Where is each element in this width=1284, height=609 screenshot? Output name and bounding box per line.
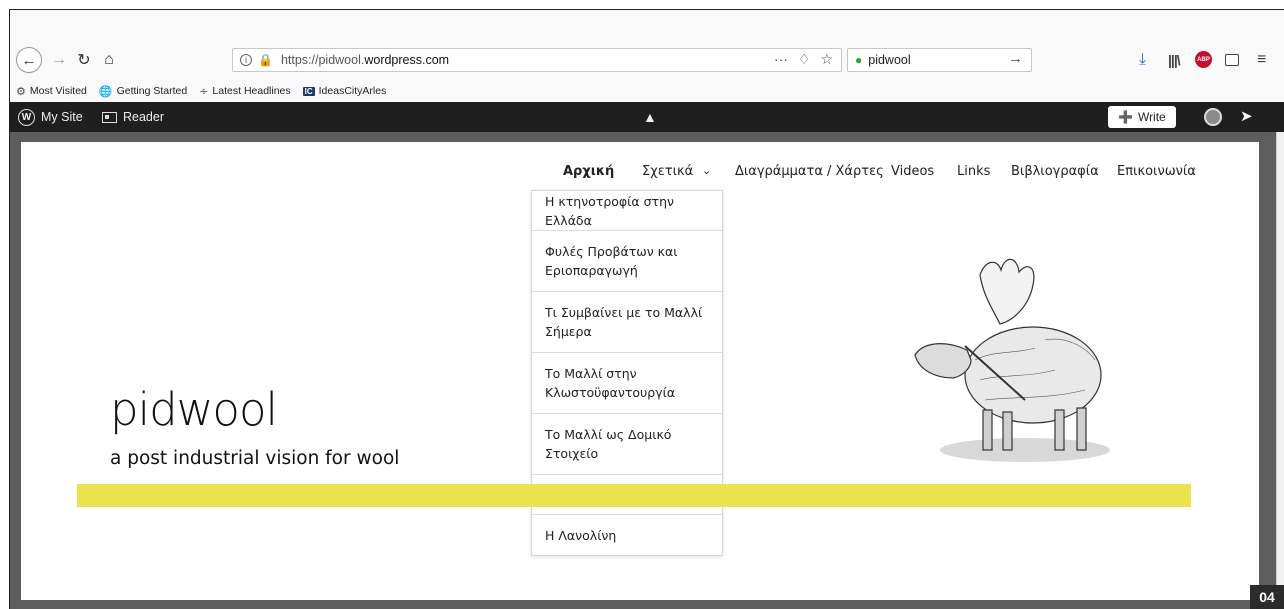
- menu-item-bibliography[interactable]: Βιβλιογραφία: [1011, 164, 1099, 179]
- new-post-icon: ➕: [1118, 110, 1133, 124]
- back-button[interactable]: ←: [16, 47, 42, 73]
- menu-item-diagrams[interactable]: Διαγράμματα / Χάρτες: [735, 164, 884, 179]
- wordpress-logo-icon: W: [18, 108, 35, 126]
- notifications-icon[interactable]: ➤: [1240, 107, 1253, 125]
- bookmark-star-icon[interactable]: ☆: [820, 51, 833, 68]
- search-engine-icon: ●: [855, 53, 863, 67]
- menu-item-contact[interactable]: Επικοινωνία: [1117, 164, 1196, 179]
- rss-icon: ∻: [199, 85, 209, 98]
- search-go-icon[interactable]: →: [1008, 50, 1023, 67]
- site-tagline: a post industrial vision for wool: [110, 448, 400, 469]
- page-number-badge: 04: [1250, 585, 1284, 609]
- chevron-down-icon[interactable]: ⌄: [702, 164, 711, 177]
- hamburger-menu-icon[interactable]: ≡: [1257, 50, 1266, 70]
- globe-icon: 🌐: [98, 85, 113, 98]
- bookmark-ideascityarles[interactable]: IC IdeasCityArles: [302, 85, 386, 97]
- submenu-item[interactable]: Το Μαλλί στην Κλωστοϋφαντουργία: [532, 353, 722, 414]
- ic-icon: IC: [302, 86, 315, 96]
- bookmark-latest-headlines[interactable]: ∻ Latest Headlines: [199, 85, 290, 98]
- scrollbar[interactable]: [1276, 132, 1284, 609]
- menu-item-about[interactable]: Σχετικά: [642, 164, 693, 179]
- reader-icon: [102, 111, 117, 123]
- search-input[interactable]: pidwool: [868, 53, 910, 67]
- site-menu: Αρχική Σχετικά ⌄ Διαγράμματα / Χάρτες Vi…: [0, 164, 1275, 188]
- submenu-item[interactable]: Φυλές Προβάτων και Εριοπαραγωγή: [532, 231, 722, 292]
- winged-sheep-illustration: [914, 258, 1110, 462]
- lock-icon: 🔒: [258, 53, 273, 67]
- collapse-toolbar-icon[interactable]: ▲: [643, 102, 657, 132]
- wp-admin-bar: W My Site Reader ▲ ➕ Write ➤: [10, 102, 1284, 132]
- browser-toolbar: ← → ↻ ⌂ i 🔒 https://pidwool.wordpress.co…: [10, 10, 1284, 80]
- avatar[interactable]: [1204, 108, 1222, 126]
- site-title[interactable]: pidwool: [110, 383, 278, 436]
- submenu-item[interactable]: Η Λανολίνη: [532, 515, 722, 555]
- menu-item-home[interactable]: Αρχική: [563, 164, 614, 179]
- bookmark-most-visited[interactable]: ⚙ Most Visited: [16, 85, 87, 98]
- submenu-item[interactable]: Τι Συμβαίνει με το Μαλλί Σήμερα: [532, 292, 722, 353]
- gear-icon: ⚙: [16, 85, 26, 98]
- library-icon[interactable]: |||\: [1168, 50, 1181, 70]
- menu-item-videos[interactable]: Videos: [891, 164, 934, 179]
- adblock-icon[interactable]: ABP: [1195, 51, 1212, 68]
- forward-button[interactable]: →: [50, 48, 68, 72]
- search-bar[interactable]: ● pidwool →: [847, 48, 1032, 72]
- submenu-item[interactable]: Η κτηνοτροφία στην Ελλάδα: [532, 191, 722, 231]
- sidebar-icon[interactable]: [1225, 54, 1239, 66]
- submenu-item[interactable]: Το Μαλλί ως Δομικό Στοιχείο: [532, 414, 722, 475]
- download-icon[interactable]: ⤓: [1139, 50, 1146, 70]
- info-icon[interactable]: i: [240, 54, 252, 66]
- page-actions-icon[interactable]: ···: [774, 51, 788, 68]
- url-bar[interactable]: i 🔒 https://pidwool.wordpress.com ··· ♢ …: [232, 48, 842, 72]
- reader-link[interactable]: Reader: [102, 102, 164, 132]
- url-text[interactable]: https://pidwool.wordpress.com: [281, 53, 449, 67]
- pocket-icon[interactable]: ♢: [798, 51, 811, 68]
- my-site-link[interactable]: W My Site: [18, 102, 83, 132]
- bookmarks-toolbar: ⚙ Most Visited 🌐 Getting Started ∻ Lates…: [10, 80, 1284, 102]
- bookmark-getting-started[interactable]: 🌐 Getting Started: [99, 85, 187, 98]
- accent-bar: [77, 484, 1191, 507]
- reload-button[interactable]: ↻: [74, 48, 94, 72]
- write-button[interactable]: ➕ Write: [1108, 106, 1176, 128]
- menu-item-links[interactable]: Links: [957, 164, 990, 179]
- home-button[interactable]: ⌂: [99, 48, 119, 72]
